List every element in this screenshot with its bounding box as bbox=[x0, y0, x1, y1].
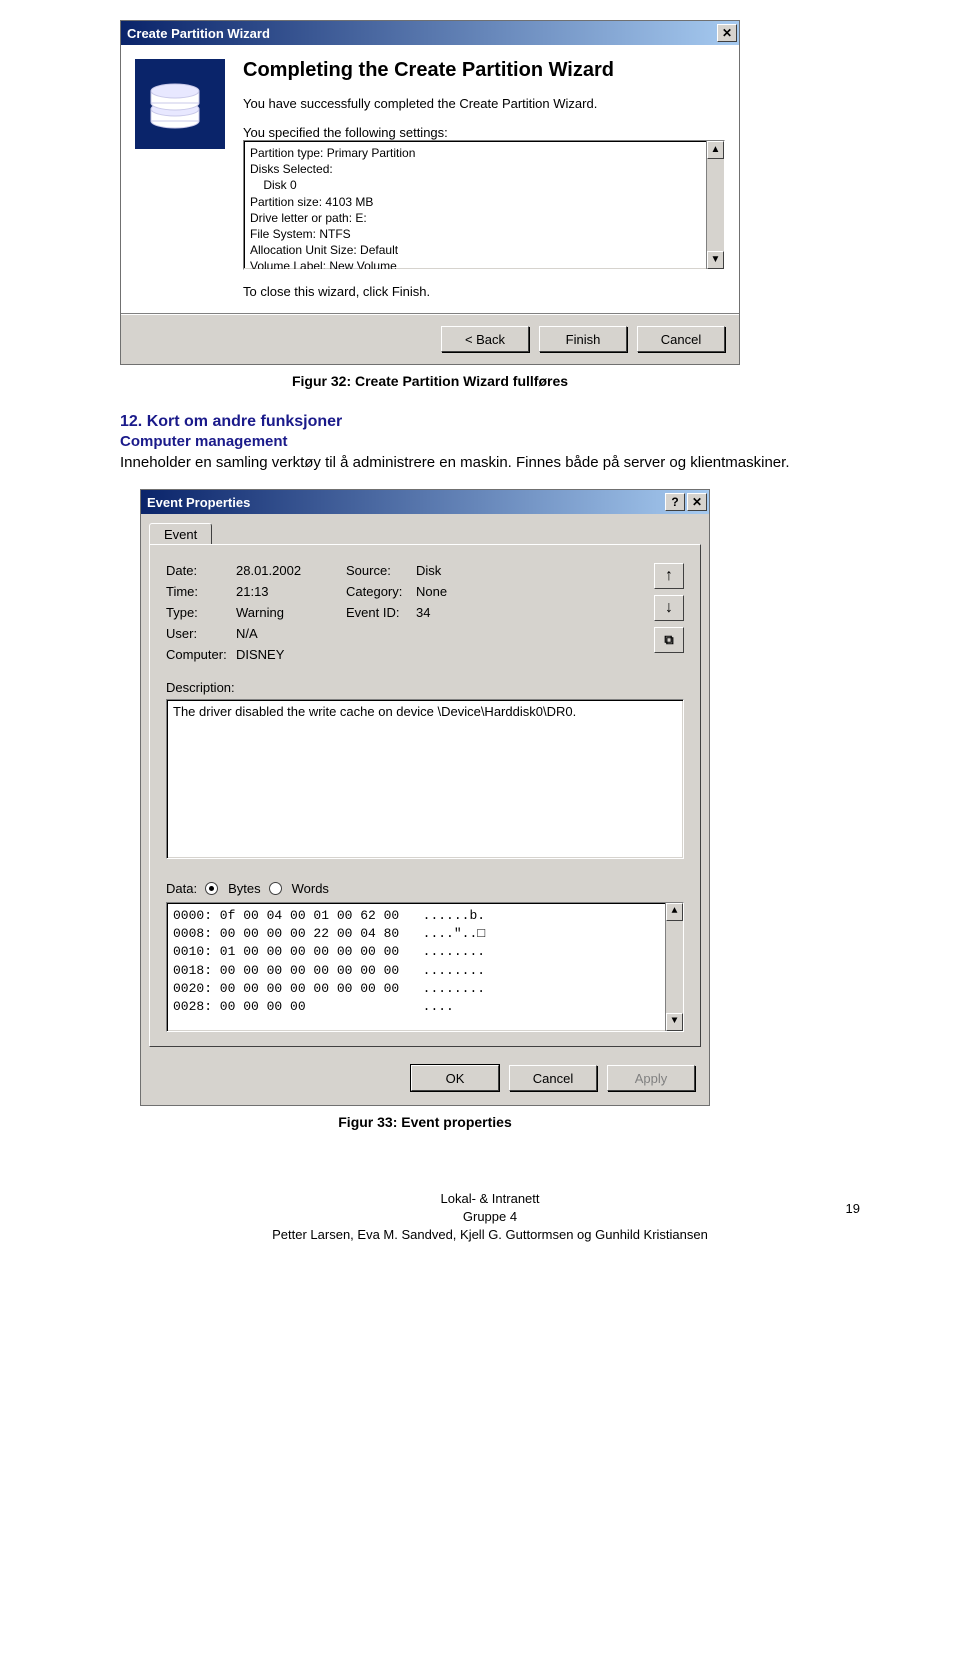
wizard-intro: You have successfully completed the Crea… bbox=[243, 96, 725, 111]
help-icon[interactable]: ? bbox=[665, 493, 685, 511]
section-subhead: Computer management bbox=[120, 433, 860, 450]
scroll-down-icon[interactable]: ▼ bbox=[707, 251, 724, 269]
close-icon[interactable]: ✕ bbox=[687, 493, 707, 511]
ok-button[interactable]: OK bbox=[411, 1065, 499, 1091]
cancel-button[interactable]: Cancel bbox=[509, 1065, 597, 1091]
type-value: Warning bbox=[236, 605, 346, 620]
wizard-title: Create Partition Wizard bbox=[127, 26, 270, 41]
category-value: None bbox=[416, 584, 506, 599]
settings-line: Partition type: Primary Partition bbox=[250, 145, 718, 161]
next-event-button[interactable]: ↓ bbox=[654, 595, 684, 621]
settings-label: You specified the following settings: bbox=[243, 125, 725, 140]
section-body: Inneholder en samling verktøy til å admi… bbox=[120, 454, 800, 471]
tabstrip: Event bbox=[141, 514, 709, 544]
scroll-up-icon[interactable]: ▲ bbox=[707, 141, 724, 159]
cancel-button[interactable]: Cancel bbox=[637, 326, 725, 352]
settings-line: Disks Selected: bbox=[250, 161, 718, 177]
tab-event[interactable]: Event bbox=[149, 523, 212, 545]
wizard-heading: Completing the Create Partition Wizard bbox=[243, 59, 725, 82]
create-partition-wizard-dialog: Create Partition Wizard ✕ Comp bbox=[120, 20, 740, 365]
type-label: Type: bbox=[166, 605, 236, 620]
arrow-up-icon: ↑ bbox=[665, 567, 673, 585]
wizard-titlebar[interactable]: Create Partition Wizard ✕ bbox=[121, 21, 739, 45]
event-titlebar[interactable]: Event Properties ? ✕ bbox=[141, 490, 709, 514]
scroll-up-icon[interactable]: ▲ bbox=[666, 903, 683, 921]
time-value: 21:13 bbox=[236, 584, 346, 599]
description-text: The driver disabled the write cache on d… bbox=[173, 704, 576, 719]
finish-button[interactable]: Finish bbox=[539, 326, 627, 352]
copy-icon: ⧉ bbox=[664, 632, 673, 648]
scrollbar[interactable]: ▲ ▼ bbox=[706, 141, 724, 269]
figure-caption-32: Figur 32: Create Partition Wizard fullfø… bbox=[120, 373, 740, 389]
prev-event-button[interactable]: ↑ bbox=[654, 563, 684, 589]
eventid-label: Event ID: bbox=[346, 605, 416, 620]
data-label: Data: bbox=[166, 881, 197, 896]
computer-label: Computer: bbox=[166, 647, 236, 662]
user-label: User: bbox=[166, 626, 236, 641]
tab-panel: ↑ ↓ ⧉ Date: 28.01.2002 Source: Disk Time… bbox=[149, 544, 701, 1047]
settings-line: Drive letter or path: E: bbox=[250, 210, 718, 226]
date-label: Date: bbox=[166, 563, 236, 578]
date-value: 28.01.2002 bbox=[236, 563, 346, 578]
source-value: Disk bbox=[416, 563, 506, 578]
wizard-graphic bbox=[135, 59, 225, 149]
radio-words-label: Words bbox=[292, 881, 329, 896]
footer-line3: Petter Larsen, Eva M. Sandved, Kjell G. … bbox=[120, 1226, 860, 1244]
data-dump: 0000: 0f 00 04 00 01 00 62 00 ......b. 0… bbox=[173, 908, 485, 1014]
settings-line: File System: NTFS bbox=[250, 226, 718, 242]
radio-bytes[interactable] bbox=[205, 882, 218, 895]
radio-words[interactable] bbox=[269, 882, 282, 895]
close-icon[interactable]: ✕ bbox=[717, 24, 737, 42]
user-value: N/A bbox=[236, 626, 346, 641]
radio-bytes-label: Bytes bbox=[228, 881, 261, 896]
description-box[interactable]: The driver disabled the write cache on d… bbox=[166, 699, 684, 859]
apply-button[interactable]: Apply bbox=[607, 1065, 695, 1091]
time-label: Time: bbox=[166, 584, 236, 599]
settings-listbox[interactable]: Partition type: Primary Partition Disks … bbox=[243, 140, 725, 270]
figure-caption-33: Figur 33: Event properties bbox=[140, 1114, 710, 1130]
category-label: Category: bbox=[346, 584, 416, 599]
copy-button[interactable]: ⧉ bbox=[654, 627, 684, 653]
settings-line: Volume Label: New Volume bbox=[250, 258, 718, 270]
section-heading: 12. Kort om andre funksjoner bbox=[120, 413, 860, 431]
data-dump-box[interactable]: 0000: 0f 00 04 00 01 00 62 00 ......b. 0… bbox=[166, 902, 684, 1032]
scrollbar[interactable]: ▲▼ bbox=[665, 903, 683, 1031]
event-title: Event Properties bbox=[147, 495, 250, 510]
page-number: 19 bbox=[120, 1201, 860, 1216]
eventid-value: 34 bbox=[416, 605, 506, 620]
back-button[interactable]: < Back bbox=[441, 326, 529, 352]
scroll-down-icon[interactable]: ▼ bbox=[666, 1013, 683, 1031]
section-number: 12. bbox=[120, 413, 142, 430]
settings-line: Partition size: 4103 MB bbox=[250, 194, 718, 210]
section-title: Kort om andre funksjoner bbox=[147, 413, 343, 430]
event-properties-dialog: Event Properties ? ✕ Event ↑ ↓ ⧉ Date: bbox=[140, 489, 710, 1106]
wizard-close-text: To close this wizard, click Finish. bbox=[243, 284, 725, 299]
settings-line: Allocation Unit Size: Default bbox=[250, 242, 718, 258]
settings-line: Disk 0 bbox=[250, 177, 718, 193]
page-footer: Lokal- & Intranett Gruppe 4 Petter Larse… bbox=[120, 1190, 860, 1245]
computer-value: DISNEY bbox=[236, 647, 346, 662]
description-label: Description: bbox=[166, 680, 684, 695]
source-label: Source: bbox=[346, 563, 416, 578]
arrow-down-icon: ↓ bbox=[665, 599, 673, 617]
